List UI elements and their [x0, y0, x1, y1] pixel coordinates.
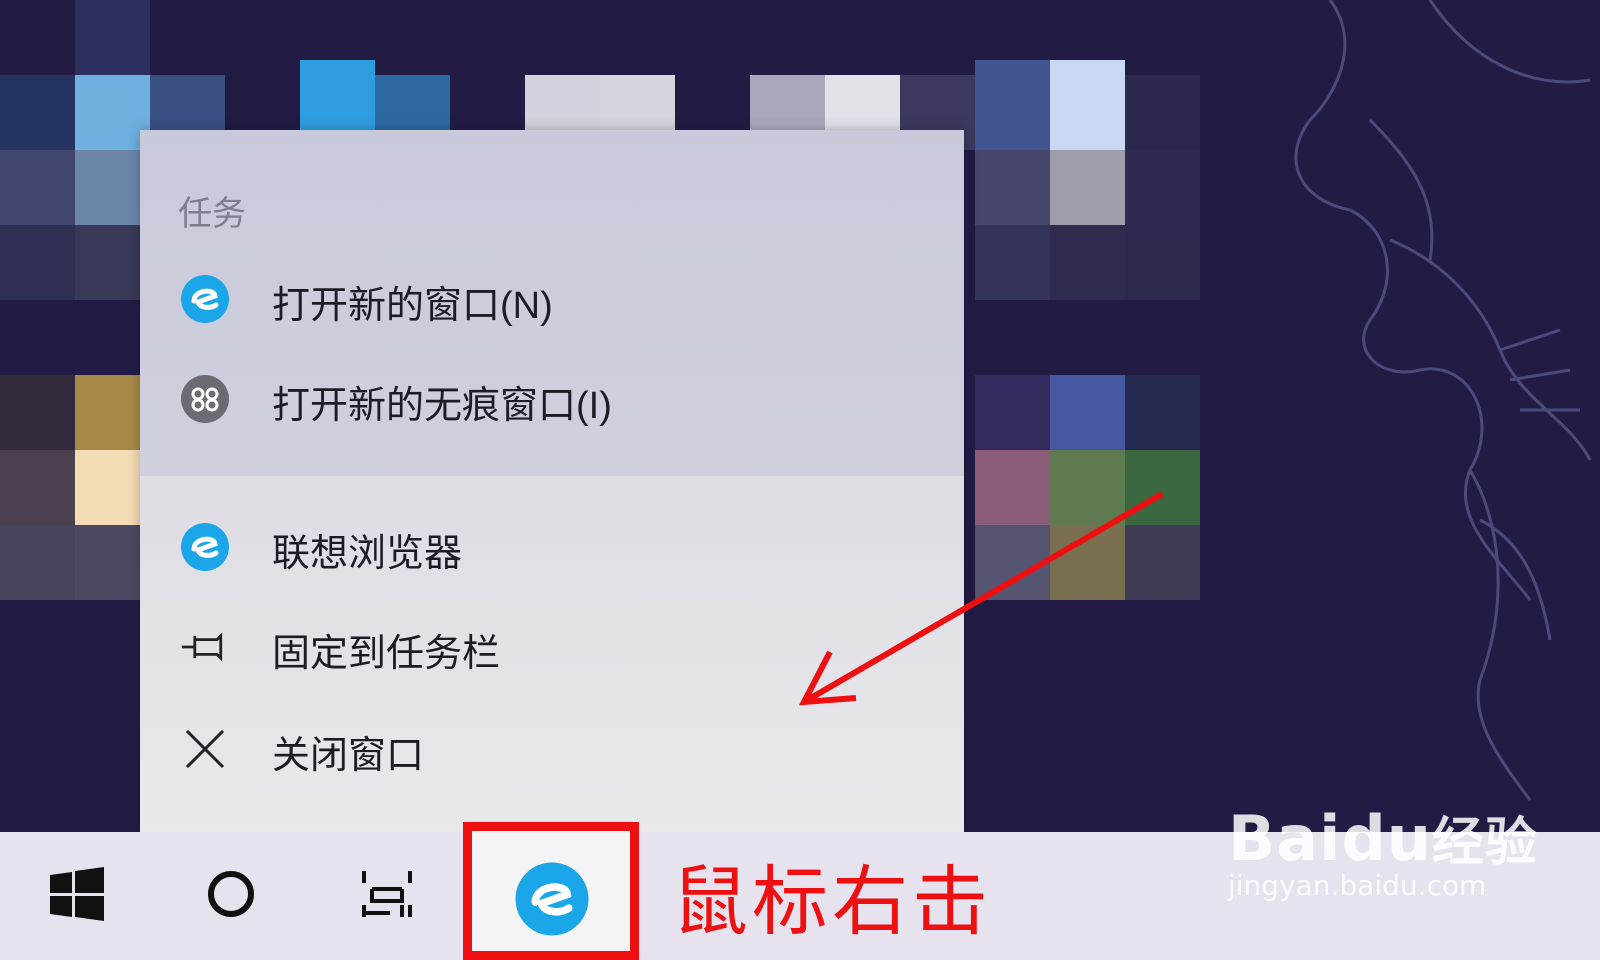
watermark-brand-cn: 经验	[1431, 813, 1538, 873]
menu-item-open-incognito-window[interactable]: 打开新的无痕窗口(I)	[140, 350, 964, 446]
lenovo-browser-icon	[180, 274, 230, 324]
taskbar-lenovo-browser-button[interactable]	[463, 822, 639, 960]
annotation-label: 鼠标右击	[672, 857, 992, 946]
baidu-jingyan-watermark: Baidu经验 jingyan.baidu.com	[1228, 800, 1538, 902]
windows-start-icon	[50, 866, 104, 926]
start-button[interactable]	[2, 832, 152, 960]
cortana-search-icon	[206, 869, 256, 924]
section-title-tasks: 任务	[178, 195, 246, 233]
watermark-brand-mid: du	[1341, 802, 1432, 875]
menu-item-label: 联想浏览器	[272, 533, 463, 575]
lenovo-browser-icon	[180, 522, 230, 572]
close-icon	[180, 724, 230, 774]
lenovo-browser-icon	[514, 861, 590, 942]
watermark-brand-latin: Bai	[1228, 802, 1342, 875]
menu-item-label: 打开新的窗口(N)	[272, 285, 553, 327]
menu-item-label: 固定到任务栏	[272, 633, 501, 675]
menu-item-close-window[interactable]: 关闭窗口	[140, 700, 964, 796]
task-view-button[interactable]	[312, 832, 462, 960]
annotation-arrow	[798, 491, 1164, 706]
wallpaper-line-art	[1294, 0, 1592, 801]
incognito-icon	[180, 374, 230, 424]
menu-item-label: 打开新的无痕窗口(I)	[272, 385, 612, 427]
task-view-icon	[360, 869, 414, 924]
menu-item-open-new-window[interactable]: 打开新的窗口(N)	[140, 250, 964, 346]
menu-item-label: 关闭窗口	[272, 735, 425, 777]
cortana-search-button[interactable]	[156, 832, 306, 960]
pin-icon	[180, 622, 230, 672]
watermark-brand: Baidu经验	[1228, 800, 1538, 875]
